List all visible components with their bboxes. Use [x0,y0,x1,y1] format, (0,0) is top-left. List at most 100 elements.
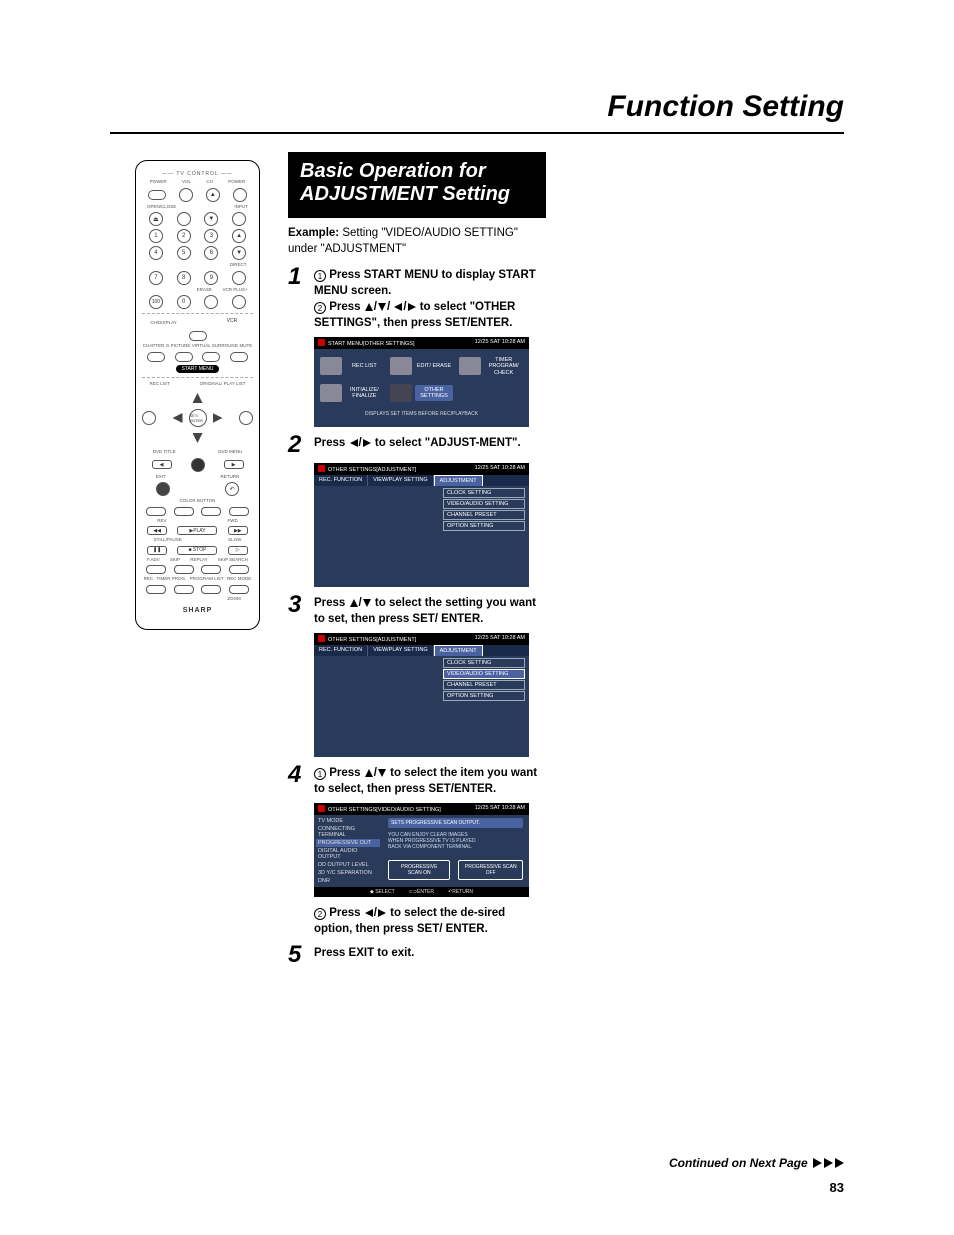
remote-play-btn: ▶PLAY [177,526,217,535]
osd4-dnr: DNR [316,877,380,885]
remote-brand: SHARP [142,607,253,614]
remote-vcrplus-btn [232,295,246,309]
remote-num-4: 4 [149,246,163,260]
t: Press [326,767,364,779]
remote-fadv-btn [146,565,166,574]
remote-fwd-label: FWD [227,519,237,524]
osd4-f-select: SELECT [375,889,394,895]
down-arrow-icon [378,769,386,777]
remote-illustration: —— TV CONTROL —— POWER VOL CH POWER ▲ OP… [135,160,260,630]
rec-indicator-icon [318,805,325,812]
osd1-thumb-reclist [320,357,342,375]
remote-tv-control-label: —— TV CONTROL —— [142,171,253,177]
remote-chdisplay-label: CH/DISPLAY [150,321,176,326]
title-rule [110,132,844,134]
osd2-item-ch: CHANNEL PRESET [443,510,525,520]
remote-slow-label: SLOW [228,538,241,543]
step-1-body: 1 Press START MENU to display START MENU… [314,267,546,331]
remote-vcr-tag: VCR [227,318,245,328]
t: . [509,317,512,329]
osd4-btn-scan-on: PROGRESSIVE SCAN ON [388,860,450,880]
remote-picture-btn [175,352,193,362]
remote-num-0: 0 [177,295,191,309]
remote-direct-label: DIRECT [230,263,247,268]
osd2-path: OTHER SETTINGS[ADJUSTMENT] [328,467,416,473]
t: SET/ ENTER [412,613,480,625]
remote-return-label: RETURN [221,475,240,480]
remote-pause-btn: ❚❚ [147,546,167,555]
step-1-sub-2: 2 [314,302,326,314]
remote-dvdtitle-label: DVD TITLE [153,450,176,455]
remote-spare-b: ▼ [232,246,246,260]
step-4b: 4 2 Press / to select the de-sired optio… [288,905,546,937]
osd-video-audio-setting: OTHER SETTINGS[VIDEO/AUDIO SETTING] 12/25… [314,803,529,897]
remote-num-3: 3 [204,229,218,243]
remote-power2-label: POWER [228,180,245,185]
left-arrow-icon [394,303,402,311]
osd1-footer: DISPLAYS SET ITEMS BEFORE REC/PLAYBACK [320,410,523,423]
left-arrow-icon [365,909,373,917]
t: to select "ADJUST-MENT". [372,437,521,449]
remote-erase-label: ERASE [197,288,212,293]
osd1-editerase: EDIT/ ERASE [415,363,454,369]
remote-surround-label: VIRTUAL SURROUND [192,344,238,349]
step-4: 4 1 Press / to select the item you want … [288,765,546,797]
remote-origplay-label: ORIGINAL/ PLAY LIST [200,382,246,387]
up-arrow-icon [365,769,373,777]
remote-mute-btn [230,352,248,362]
step-3-number: 3 [288,593,314,617]
remote-exit-label: EXIT [156,475,166,480]
remote-num-2: 2 [177,229,191,243]
rec-indicator-icon [318,339,325,346]
remote-zoom-label: ZOOM [227,597,241,602]
t: SET/ ENTER [417,923,485,935]
remote-ch-up: ▲ [206,188,220,202]
remote-vol-up [179,188,193,202]
content-column: Basic Operation for ADJUSTMENT Setting E… [288,152,546,967]
osd1-initfin: INITIALIZE/ FINALIZE [345,387,384,399]
remote-rec-btn [146,585,166,594]
page-number: 83 [830,1180,844,1195]
remote-exit-btn [156,482,170,496]
osd2-clock: 12/25 SAT 10:28 AM [475,465,525,473]
remote-power-label: POWER [150,180,167,185]
osd2-item-clock: CLOCK SETTING [443,488,525,498]
osd1-thumb-init [320,384,342,402]
rec-indicator-icon [318,635,325,642]
osd4-tvmode: TV MODE [316,817,380,825]
remote-chdisplay-btn [189,331,207,341]
step-4-body: 1 Press / to select the item you want to… [314,765,546,797]
remote-origplay-btn [239,411,253,425]
step-5: 5 Press EXIT to exit. [288,945,546,967]
osd4-ddout: DD OUTPUT LEVEL [316,861,380,869]
remote-colorbutton-label: COLOR BUTTON [142,499,253,504]
section-header-l2: ADJUSTMENT Setting [300,183,510,205]
step-4-number: 4 [288,763,314,787]
remote-color-a [146,507,166,516]
osd1-clock: 12/25 SAT 10:28 AM [475,339,525,347]
remote-direct-btn [232,271,246,285]
t: . [493,783,496,795]
osd4-clock: 12/25 SAT 10:28 AM [475,805,525,813]
osd4-3dyc: 3D Y/C SEPARATION [316,869,380,877]
t: Press [326,907,364,919]
remote-num-5: 5 [177,246,191,260]
osd-adjustment-select: OTHER SETTINGS[ADJUSTMENT]12/25 SAT 10:2… [314,633,529,757]
osd4-connterm: CONNECTING TERMINAL [316,825,380,839]
step-4b-body: 2 Press / to select the de-sired option,… [314,905,546,937]
remote-rec-label: REC [144,577,154,582]
osd2-item-opt: OPTION SETTING [443,521,525,531]
osd3-path: OTHER SETTINGS[ADJUSTMENT] [328,637,416,643]
step-1: 1 1 Press START MENU to display START ME… [288,267,546,331]
remote-return-btn: ↶ [225,482,239,496]
remote-vol-label: VOL [182,180,191,185]
step-4-sub-2: 2 [314,908,326,920]
continue-arrow-icon [813,1158,822,1168]
t: START MENU [364,269,439,281]
t: SET/ENTER [428,783,493,795]
left-arrow-icon [350,439,358,447]
step-3: 3 Press / to select the setting you want… [288,595,546,627]
osd4-path: OTHER SETTINGS[VIDEO/AUDIO SETTING] [328,807,441,813]
osd4-f-enter: ENTER [417,889,434,895]
remote-vol-down [177,212,191,226]
